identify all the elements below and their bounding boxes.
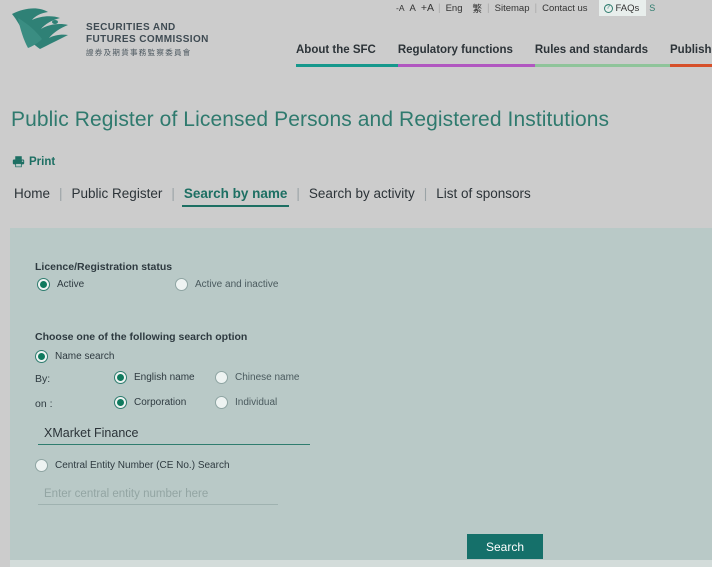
sfc-logo[interactable]: SECURITIES AND FUTURES COMMISSION 證券及期貨事…: [8, 2, 209, 58]
radio-name-search[interactable]: Name search: [35, 350, 114, 363]
by-label: By:: [35, 373, 51, 385]
breadcrumb-separator-3: |: [296, 186, 300, 201]
breadcrumb-item-public-register[interactable]: Public Register: [70, 186, 165, 201]
question-mark-icon: ?: [603, 3, 613, 13]
radio-label: Active and inactive: [195, 279, 279, 290]
font-normal-button[interactable]: A: [410, 3, 416, 14]
print-label: Print: [29, 155, 56, 168]
faqs-label: FAQs: [615, 2, 640, 14]
printer-icon: [12, 156, 25, 168]
radio-english-name[interactable]: English name: [114, 371, 195, 384]
nav-item-published-resources[interactable]: Published resources: [670, 44, 712, 67]
nav-underline-0: [296, 64, 398, 67]
breadcrumb-item-search-by-activity[interactable]: Search by activity: [307, 186, 417, 201]
page-root: -A A +A | Eng 繁 | Sitemap | Contact us ?…: [0, 0, 712, 567]
language-english-link[interactable]: Eng: [441, 3, 468, 14]
radio-label: English name: [134, 372, 195, 383]
central-entity-number-input[interactable]: [38, 486, 278, 505]
logo-line-2: FUTURES COMMISSION: [86, 34, 209, 46]
nav-underline-1: [397, 64, 535, 67]
radio-label: Central Entity Number (CE No.) Search: [55, 460, 230, 471]
nav-label: Published resources: [670, 44, 712, 56]
name-search-input[interactable]: [38, 424, 310, 445]
radio-corporation[interactable]: Corporation: [114, 396, 186, 409]
licence-status-heading: Licence/Registration status: [35, 261, 173, 273]
radio-status-active[interactable]: Active: [37, 278, 84, 291]
radio-chinese-name[interactable]: Chinese name: [215, 371, 299, 384]
radio-dot-selected: [37, 278, 50, 291]
font-size-controls: -A A +A: [396, 2, 438, 14]
radio-dot-unselected: [215, 396, 228, 409]
breadcrumb-separator-2: |: [171, 186, 175, 201]
search-form-panel: Licence/Registration status Active Activ…: [10, 228, 712, 560]
faqs-link[interactable]: ? FAQs: [598, 0, 647, 16]
panel-bottom-strip: [10, 560, 712, 567]
search-button[interactable]: Search: [467, 534, 543, 559]
radio-individual[interactable]: Individual: [215, 396, 277, 409]
radio-dot-unselected: [35, 459, 48, 472]
search-option-heading: Choose one of the following search optio…: [35, 331, 248, 343]
radio-label: Active: [57, 279, 85, 290]
print-button[interactable]: Print: [12, 155, 55, 168]
radio-label: Corporation: [134, 397, 187, 408]
radio-central-entity-number-search[interactable]: Central Entity Number (CE No.) Search: [35, 459, 230, 472]
nav-label: Regulatory functions: [397, 44, 513, 56]
radio-label: Name search: [55, 351, 115, 362]
topbar-edge-glyph: S: [649, 3, 656, 13]
nav-item-about-the-sfc[interactable]: About the SFC: [296, 44, 398, 67]
sitemap-link[interactable]: Sitemap: [490, 3, 535, 14]
radio-dot-selected: [114, 371, 127, 384]
logo-line-3: 證券及期貨事務監察委員會: [86, 48, 192, 58]
radio-label: Individual: [235, 397, 278, 408]
breadcrumb-item-search-by-name[interactable]: Search by name: [181, 186, 290, 207]
main-navigation: About the SFC Regulatory functions Rules…: [296, 44, 712, 67]
on-label: on :: [35, 398, 53, 410]
logo-text-block: SECURITIES AND FUTURES COMMISSION 證券及期貨事…: [86, 22, 209, 58]
language-chinese-link[interactable]: 繁: [468, 1, 488, 15]
logo-line-1: SECURITIES AND: [86, 22, 176, 33]
nav-item-regulatory-functions[interactable]: Regulatory functions: [397, 44, 535, 67]
page-title: Public Register of Licensed Persons and …: [11, 108, 610, 131]
radio-dot-selected: [35, 350, 48, 363]
nav-label: About the SFC: [296, 44, 376, 56]
radio-dot-unselected: [215, 371, 228, 384]
breadcrumb-separator-4: |: [423, 186, 428, 201]
nav-label: Rules and standards: [534, 44, 648, 56]
eagle-icon: [12, 8, 68, 49]
font-decrease-button[interactable]: -A: [396, 3, 405, 13]
breadcrumb-item-home[interactable]: Home: [12, 186, 52, 201]
font-increase-button[interactable]: +A: [421, 2, 434, 14]
breadcrumb-item-list-of-sponsors[interactable]: List of sponsors: [434, 186, 533, 201]
nav-underline-2: [534, 64, 670, 67]
radio-label: Chinese name: [235, 372, 300, 383]
top-utility-bar: -A A +A | Eng 繁 | Sitemap | Contact us ?…: [396, 0, 655, 16]
radio-dot-unselected: [175, 278, 188, 291]
breadcrumb: Home | Public Register | Search by name …: [12, 186, 533, 207]
radio-dot-selected: [114, 396, 127, 409]
nav-underline-3: [670, 64, 712, 67]
contact-us-link[interactable]: Contact us: [537, 3, 592, 14]
nav-item-rules-and-standards[interactable]: Rules and standards: [534, 44, 670, 67]
radio-status-active-and-inactive[interactable]: Active and inactive: [175, 278, 278, 291]
breadcrumb-separator-1: |: [59, 186, 63, 201]
